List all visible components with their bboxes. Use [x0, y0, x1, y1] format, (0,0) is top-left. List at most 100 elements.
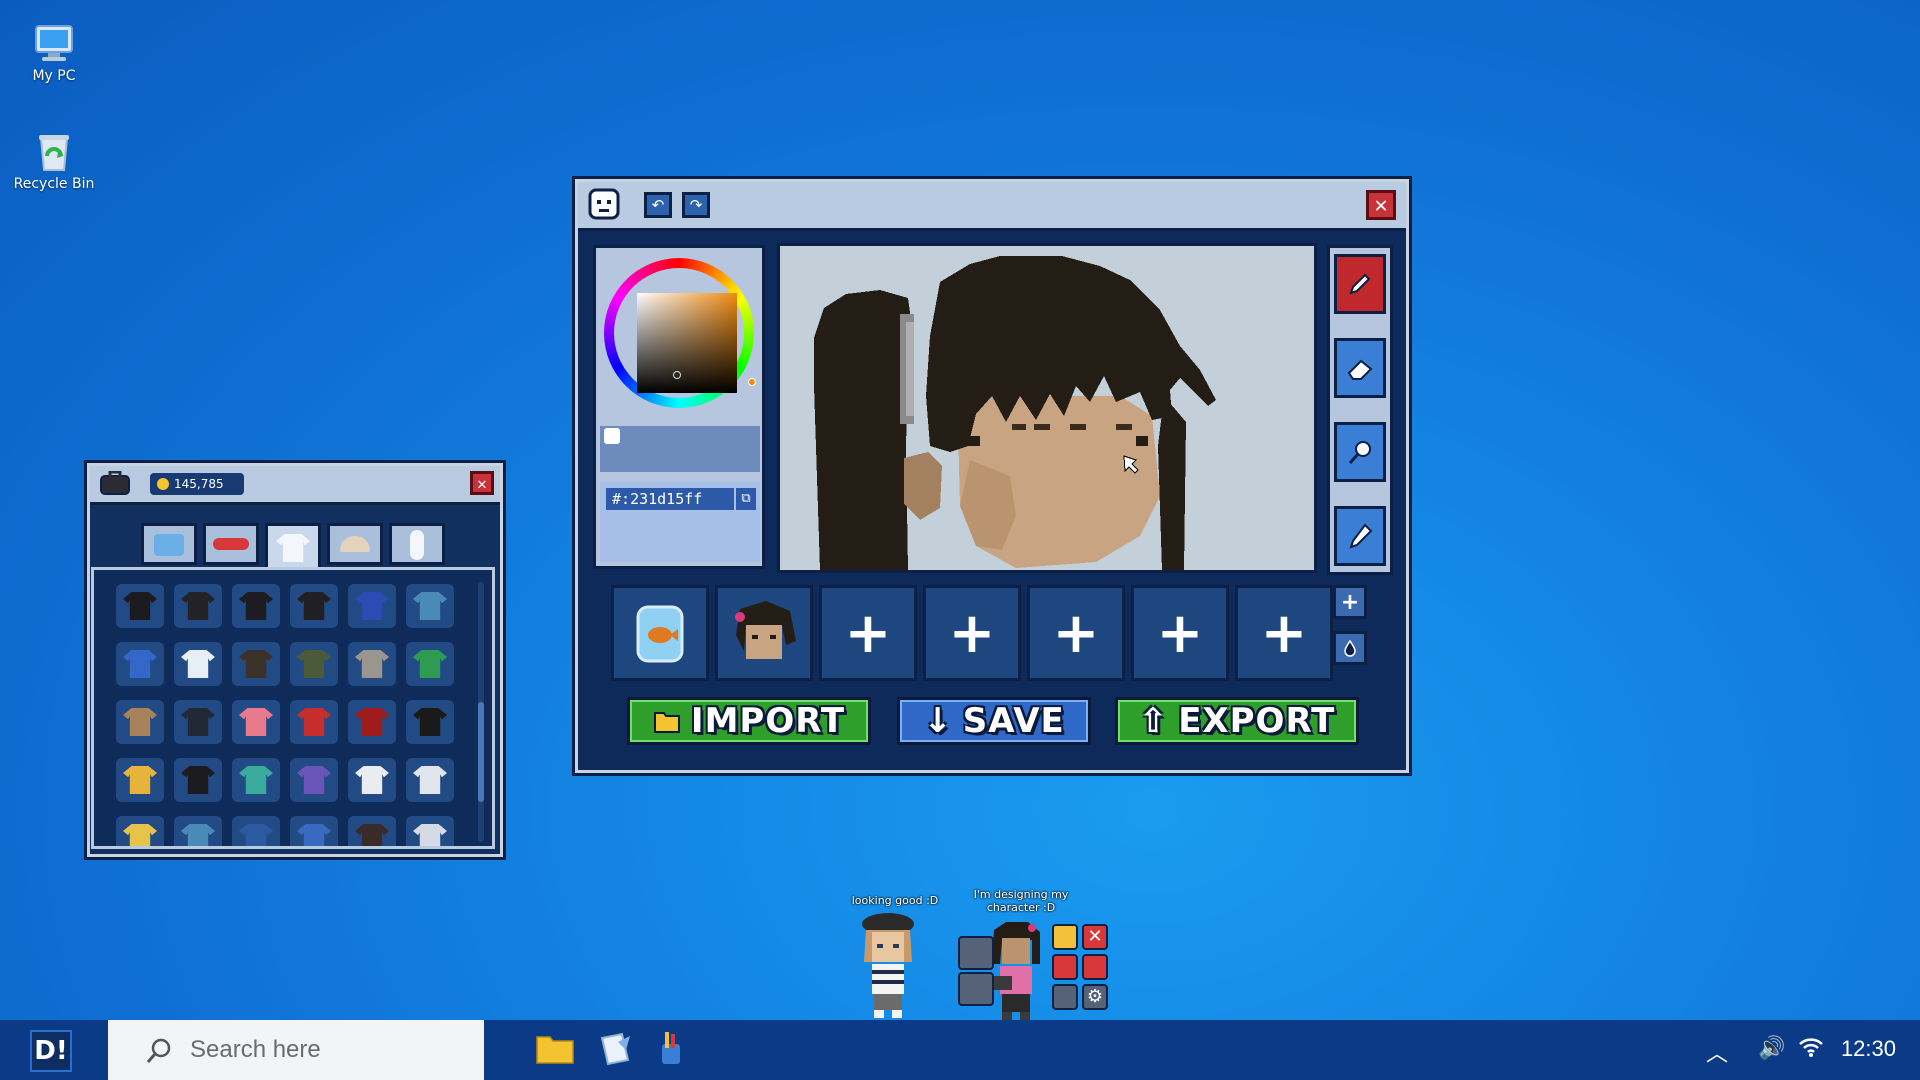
- eraser-tool[interactable]: [1334, 338, 1386, 398]
- inventory-item[interactable]: [174, 758, 222, 802]
- inventory-item[interactable]: [406, 816, 454, 846]
- import-button[interactable]: IMPORT: [627, 697, 871, 745]
- close-action-button[interactable]: ✕: [1082, 924, 1108, 950]
- inventory-item[interactable]: [348, 584, 396, 628]
- shop-action-button[interactable]: [1082, 954, 1108, 980]
- inventory-item[interactable]: [406, 642, 454, 686]
- inventory-item[interactable]: [116, 642, 164, 686]
- saturation-value-square[interactable]: [637, 293, 737, 393]
- alpha-slider[interactable]: [600, 426, 760, 472]
- desktop-icon-recycle-bin[interactable]: Recycle Bin: [9, 130, 99, 192]
- character-avatar-1[interactable]: [858, 910, 918, 1020]
- shirt-icon: [413, 708, 447, 736]
- inventory-item[interactable]: [232, 584, 280, 628]
- inventory-item[interactable]: [116, 700, 164, 744]
- inventory-item[interactable]: [290, 700, 338, 744]
- shirt-icon: [355, 708, 389, 736]
- inventory-item[interactable]: [116, 584, 164, 628]
- desktop-icon-my-pc[interactable]: My PC: [9, 22, 99, 84]
- inventory-title-bar[interactable]: 145,785 ✕: [90, 466, 500, 505]
- editor-title-bar[interactable]: ↶ ↷ ✕: [578, 182, 1406, 231]
- fill-tool[interactable]: [1334, 422, 1386, 482]
- avatar-head-icon: [735, 601, 796, 659]
- slider-handle[interactable]: [604, 428, 620, 444]
- undo-button[interactable]: ↶: [644, 192, 672, 218]
- inventory-item[interactable]: [290, 758, 338, 802]
- add-slot-button[interactable]: +: [1333, 585, 1367, 619]
- copy-hex-button[interactable]: ⧉: [736, 488, 756, 510]
- tab-body[interactable]: [389, 523, 445, 565]
- inventory-item[interactable]: [116, 816, 164, 846]
- inventory-item[interactable]: [406, 584, 454, 628]
- folder-icon: [536, 1036, 574, 1064]
- tab-hats[interactable]: [327, 523, 383, 565]
- inventory-item[interactable]: [232, 642, 280, 686]
- wifi-icon[interactable]: [1798, 1036, 1824, 1064]
- inventory-item[interactable]: [174, 816, 222, 846]
- redo-button[interactable]: ↷: [682, 192, 710, 218]
- close-icon: ✕: [1374, 192, 1388, 218]
- slot-empty[interactable]: +: [819, 585, 917, 681]
- camera-action-button[interactable]: [958, 936, 994, 970]
- start-button[interactable]: D!: [30, 1030, 72, 1072]
- slot-avatar-head[interactable]: [715, 585, 813, 681]
- scroll-thumb[interactable]: [478, 702, 484, 802]
- inventory-item[interactable]: [406, 700, 454, 744]
- paint-app[interactable]: [656, 1030, 686, 1070]
- tray-chevron-icon[interactable]: ︿: [1706, 1036, 1728, 1068]
- inventory-item[interactable]: [290, 584, 338, 628]
- inventory-scrollbar[interactable]: [478, 582, 484, 842]
- inventory-item[interactable]: [348, 642, 396, 686]
- paint-action-button[interactable]: [958, 972, 994, 1006]
- inventory-item[interactable]: [232, 700, 280, 744]
- save-button[interactable]: ↓ SAVE: [897, 697, 1091, 745]
- shirt-icon: [355, 824, 389, 846]
- slot-goldfish[interactable]: [611, 585, 709, 681]
- slot-empty[interactable]: +: [1027, 585, 1125, 681]
- hex-input[interactable]: #:231d15ff: [606, 488, 734, 510]
- editor-close-button[interactable]: ✕: [1366, 190, 1396, 220]
- notes-icon: [600, 1032, 630, 1066]
- pencil-tool[interactable]: [1334, 254, 1386, 314]
- pixel-canvas[interactable]: [777, 243, 1317, 573]
- inventory-action-button[interactable]: [1052, 984, 1078, 1010]
- folder-app[interactable]: [536, 1034, 574, 1068]
- character-avatar-2[interactable]: [988, 920, 1044, 1020]
- notes-app[interactable]: [598, 1032, 632, 1070]
- volume-icon[interactable]: 🔊: [1758, 1036, 1785, 1061]
- tab-furniture[interactable]: [141, 523, 197, 565]
- inventory-close-button[interactable]: ✕: [470, 471, 494, 495]
- shirt-icon: [239, 766, 273, 794]
- inventory-item[interactable]: [174, 584, 222, 628]
- inventory-item[interactable]: [348, 816, 396, 846]
- inventory-item[interactable]: [348, 700, 396, 744]
- inventory-item[interactable]: [348, 758, 396, 802]
- undo-icon: ↶: [651, 196, 665, 214]
- inventory-item[interactable]: [290, 642, 338, 686]
- slot-empty[interactable]: +: [1131, 585, 1229, 681]
- shirt-icon: [413, 592, 447, 620]
- hue-handle[interactable]: [748, 378, 756, 386]
- inventory-item[interactable]: [174, 700, 222, 744]
- search-box[interactable]: Search here: [108, 1020, 484, 1080]
- tab-vehicles[interactable]: [203, 523, 259, 565]
- inventory-item[interactable]: [232, 758, 280, 802]
- export-button[interactable]: ⇧ EXPORT: [1115, 697, 1359, 745]
- drop-slot-button[interactable]: [1333, 631, 1367, 665]
- hue-wheel[interactable]: [604, 258, 756, 408]
- inventory-item[interactable]: [174, 642, 222, 686]
- shirt-icon: [181, 708, 215, 736]
- avatar-face-icon: [586, 186, 622, 222]
- slot-empty[interactable]: +: [1235, 585, 1333, 681]
- inventory-item[interactable]: [232, 816, 280, 846]
- avatar-editor-action-button[interactable]: [1052, 954, 1078, 980]
- eyedropper-tool[interactable]: [1334, 506, 1386, 566]
- friends-action-button[interactable]: [1052, 924, 1078, 950]
- inventory-item[interactable]: [290, 816, 338, 846]
- color-cursor[interactable]: [673, 371, 681, 379]
- settings-action-button[interactable]: ⚙: [1082, 984, 1108, 1010]
- slot-empty[interactable]: +: [923, 585, 1021, 681]
- shirt-icon: [413, 650, 447, 678]
- inventory-item[interactable]: [116, 758, 164, 802]
- inventory-item[interactable]: [406, 758, 454, 802]
